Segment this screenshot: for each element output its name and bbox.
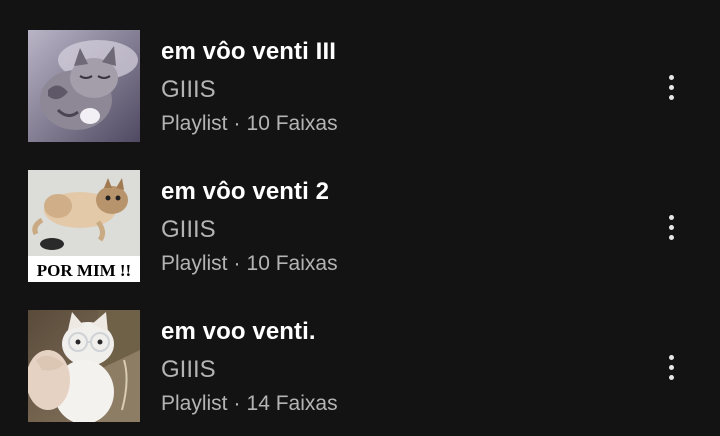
playlist-subtitle: Playlist · 10 Faixas (161, 112, 338, 136)
playlist-track-count: 10 Faixas (246, 112, 338, 135)
playlist-subtitle: Playlist · 10 Faixas (161, 252, 338, 276)
thumbnail-caption: POR MIM !! (37, 261, 131, 280)
playlist-owner[interactable]: GIIIS (161, 76, 216, 104)
more-vertical-icon[interactable] (656, 69, 686, 105)
separator-dot: · (233, 112, 241, 135)
more-vertical-icon[interactable] (656, 349, 686, 385)
playlist-row[interactable]: em vôo venti III GIIIS Playlist · 10 Faixa… (0, 29, 720, 143)
playlist-type: Playlist (161, 112, 228, 135)
kitten-sleeping-image (28, 30, 140, 142)
playlist-list: em vôo venti III GIIIS Playlist · 10 Faixa… (0, 0, 720, 436)
separator-dot: · (233, 392, 241, 415)
playlist-title[interactable]: em voo venti. (161, 318, 316, 346)
playlist-thumbnail[interactable] (28, 30, 140, 142)
cat-with-glasses-image (28, 310, 140, 422)
playlist-row[interactable]: em voo venti. GIIIS Playlist · 14 Faixas (0, 309, 720, 423)
playlist-thumbnail[interactable]: POR MIM !! (28, 170, 140, 282)
playlist-subtitle: Playlist · 14 Faixas (161, 392, 338, 416)
separator-dot: · (233, 252, 241, 275)
playlist-row[interactable]: POR MIM !! em vôo venti 2 GIIIS Playlist… (0, 169, 720, 283)
playlist-type: Playlist (161, 252, 228, 275)
playlist-thumbnail[interactable] (28, 310, 140, 422)
playlist-track-count: 10 Faixas (246, 252, 338, 275)
kittens-lying-image: POR MIM !! (28, 170, 140, 282)
playlist-owner[interactable]: GIIIS (161, 216, 216, 244)
playlist-title[interactable]: em vôo venti III (161, 38, 336, 66)
playlist-title[interactable]: em vôo venti 2 (161, 178, 329, 206)
playlist-type: Playlist (161, 392, 228, 415)
playlist-owner[interactable]: GIIIS (161, 356, 216, 384)
more-vertical-icon[interactable] (656, 209, 686, 245)
playlist-track-count: 14 Faixas (246, 392, 338, 415)
